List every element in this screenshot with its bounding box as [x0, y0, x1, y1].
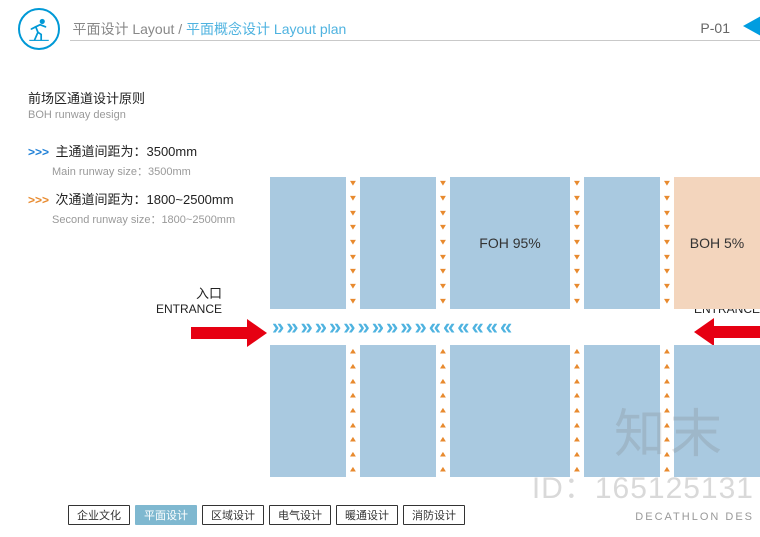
- chevron-right-icon: »: [386, 316, 394, 338]
- breadcrumb-part-2: 平面概念设计 Layout plan: [186, 21, 346, 37]
- breadcrumb-part-1: 平面设计 Layout /: [72, 21, 186, 37]
- diagram-block-foh: FOH 95%: [450, 177, 570, 309]
- diagram-block: [360, 345, 436, 477]
- spec-second-cn: 次通道间距为：1800~2500mm: [55, 192, 233, 207]
- header-divider: [70, 40, 760, 41]
- chevron-left-icon: «: [486, 316, 494, 338]
- chevron-right-icon: »: [343, 316, 351, 338]
- diagram-block: [584, 177, 660, 309]
- entrance-label-left: 入口 ENTRANCE: [156, 283, 222, 316]
- footer-tabs: 企业文化 平面设计 区域设计 电气设计 暖通设计 消防设计: [68, 505, 465, 525]
- entrance-cn: 入口: [156, 283, 222, 302]
- breadcrumb: 平面设计 Layout / 平面概念设计 Layout plan: [72, 19, 346, 39]
- diagram-block: [450, 345, 570, 477]
- chevron-left-icon: «: [472, 316, 480, 338]
- diagram-block: [584, 345, 660, 477]
- logo-icon: [18, 8, 60, 50]
- diagram-block: [270, 177, 346, 309]
- diagram-block: [360, 177, 436, 309]
- tab-corporate-culture[interactable]: 企业文化: [68, 505, 130, 525]
- tab-layout-design[interactable]: 平面设计: [135, 505, 197, 525]
- spec-second-en: Second runway size：1800~2500mm: [52, 211, 235, 227]
- diagram-row-bottom: ▲▲▲▲▲▲▲▲▲ ▲▲▲▲▲▲▲▲▲ ▲▲▲▲▲▲▲▲▲ ▲▲▲▲▲▲▲▲▲: [270, 345, 760, 477]
- footer-brand: DECATHLON DES: [635, 511, 754, 523]
- vertical-runway: ▼▼▼▼▼▼▼▼▼: [436, 177, 450, 309]
- chevron-right-icon: »: [415, 316, 423, 338]
- vertical-runway: ▼▼▼▼▼▼▼▼▼: [346, 177, 360, 309]
- diagram-block-boh: BOH 5%: [674, 177, 760, 309]
- marker-icon: >>>: [28, 145, 49, 159]
- tab-electrical-design[interactable]: 电气设计: [269, 505, 331, 525]
- vertical-runway: ▲▲▲▲▲▲▲▲▲: [660, 345, 674, 477]
- arrow-right-icon: [191, 321, 267, 345]
- chevron-right-icon: »: [372, 316, 380, 338]
- chevron-right-icon: »: [400, 316, 408, 338]
- vertical-runway: ▲▲▲▲▲▲▲▲▲: [436, 345, 450, 477]
- section-title-cn: 前场区通道设计原则: [28, 88, 235, 107]
- corner-triangle-icon: [743, 16, 760, 36]
- vertical-runway: ▲▲▲▲▲▲▲▲▲: [346, 345, 360, 477]
- header: 平面设计 Layout / 平面概念设计 Layout plan P-01: [0, 0, 760, 60]
- chevron-left-icon: «: [443, 316, 451, 338]
- spec-main-en: Main runway size：3500mm: [52, 163, 235, 179]
- chevron-right-icon: »: [286, 316, 294, 338]
- chevron-right-icon: »: [315, 316, 323, 338]
- spec-main: >>> 主通道间距为：3500mm Main runway size：3500m…: [28, 141, 235, 179]
- diagram-block: [270, 345, 346, 477]
- diagram-block: [674, 345, 760, 477]
- chevron-right-icon: »: [301, 316, 309, 338]
- vertical-runway: ▼▼▼▼▼▼▼▼▼: [660, 177, 674, 309]
- spec-text-block: 前场区通道设计原则 BOH runway design >>> 主通道间距为：3…: [28, 88, 235, 227]
- vertical-runway: ▼▼▼▼▼▼▼▼▼: [570, 177, 584, 309]
- vertical-runway: ▲▲▲▲▲▲▲▲▲: [570, 345, 584, 477]
- marker-icon: >>>: [28, 193, 49, 207]
- layout-diagram: ▼▼▼▼▼▼▼▼▼ ▼▼▼▼▼▼▼▼▼ FOH 95% ▼▼▼▼▼▼▼▼▼ ▼▼…: [270, 177, 760, 487]
- spec-main-cn: 主通道间距为：3500mm: [55, 144, 197, 159]
- entrance-en: ENTRANCE: [156, 302, 222, 316]
- tab-fire-design[interactable]: 消防设计: [403, 505, 465, 525]
- spec-second: >>> 次通道间距为：1800~2500mm Second runway siz…: [28, 189, 235, 227]
- tab-hvac-design[interactable]: 暖通设计: [336, 505, 398, 525]
- chevron-right-icon: »: [358, 316, 366, 338]
- chevron-right-icon: »: [329, 316, 337, 338]
- section-title-en: BOH runway design: [28, 109, 235, 121]
- page-number: P-01: [700, 20, 730, 36]
- diagram-row-top: ▼▼▼▼▼▼▼▼▼ ▼▼▼▼▼▼▼▼▼ FOH 95% ▼▼▼▼▼▼▼▼▼ ▼▼…: [270, 177, 760, 309]
- chevron-right-icon: »: [272, 316, 280, 338]
- tab-area-design[interactable]: 区域设计: [202, 505, 264, 525]
- chevron-left-icon: «: [500, 316, 508, 338]
- horizontal-runway: » » » » » » » » » » » « « « « « «: [270, 309, 760, 345]
- chevron-left-icon: «: [457, 316, 465, 338]
- chevron-left-icon: «: [429, 316, 437, 338]
